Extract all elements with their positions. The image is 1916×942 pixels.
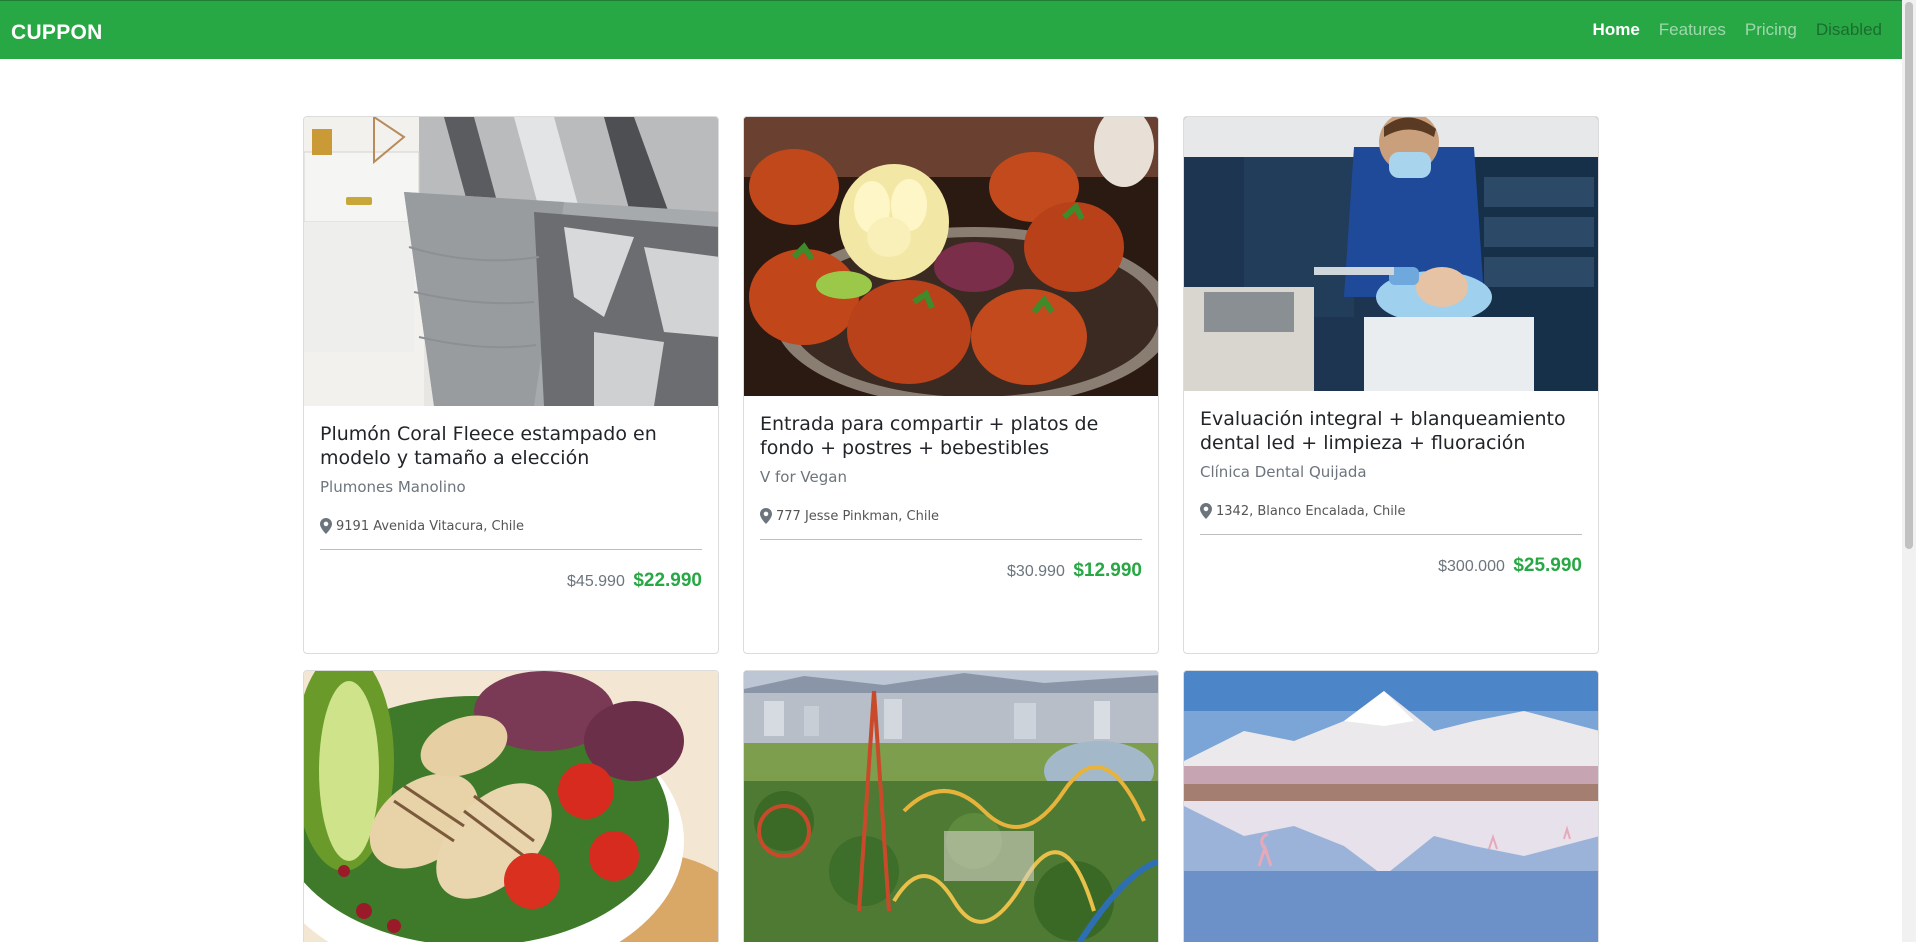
bedroom-comforter-photo[interactable] <box>304 117 718 406</box>
card-vendor: Plumones Manolino <box>320 478 466 496</box>
location-text: 9191 Avenida Vitacura, Chile <box>336 518 525 534</box>
nav-link-pricing[interactable]: Pricing <box>1745 20 1797 40</box>
location-text: 1342, Blanco Encalada, Chile <box>1216 503 1406 519</box>
card-body: Plumón Coral Fleece estampado en modelo … <box>304 406 718 592</box>
deal-card[interactable] <box>1183 670 1599 942</box>
old-price: $300.000 <box>1438 558 1505 575</box>
deal-card[interactable]: Entrada para compartir + platos de fondo… <box>743 116 1159 654</box>
tandoori-food-photo[interactable] <box>744 117 1158 396</box>
map-pin-icon <box>760 508 772 524</box>
new-price: $22.990 <box>633 570 702 591</box>
nav-links: Home Features Pricing Disabled <box>1574 20 1882 40</box>
card-body: Evaluación integral + blanqueamiento den… <box>1184 391 1598 577</box>
card-title[interactable]: Entrada para compartir + platos de fondo… <box>760 412 1142 460</box>
divider <box>760 539 1142 540</box>
deal-card[interactable]: Plumón Coral Fleece estampado en modelo … <box>303 116 719 654</box>
amusement-park-photo[interactable] <box>744 671 1158 942</box>
desert-lagoon-photo[interactable] <box>1184 671 1598 942</box>
map-pin-icon <box>1200 503 1212 519</box>
card-title[interactable]: Evaluación integral + blanqueamiento den… <box>1200 407 1582 455</box>
brand-logo[interactable]: CUPPON <box>11 21 103 45</box>
card-location: 777 Jesse Pinkman, Chile <box>760 508 1142 524</box>
page-scrollbar[interactable] <box>1902 0 1916 942</box>
card-title[interactable]: Plumón Coral Fleece estampado en modelo … <box>320 422 702 470</box>
scrollbar-thumb[interactable] <box>1905 2 1913 549</box>
nav-link-features[interactable]: Features <box>1659 20 1726 40</box>
card-body: Entrada para compartir + platos de fondo… <box>744 396 1158 582</box>
card-location: 1342, Blanco Encalada, Chile <box>1200 503 1582 519</box>
deal-card[interactable] <box>743 670 1159 942</box>
deal-card[interactable]: Evaluación integral + blanqueamiento den… <box>1183 116 1599 654</box>
nav-link-home[interactable]: Home <box>1593 20 1640 40</box>
map-pin-icon <box>320 518 332 534</box>
price-row: $300.000 $25.990 <box>1200 555 1582 577</box>
new-price: $25.990 <box>1513 555 1582 576</box>
dentist-photo[interactable] <box>1184 117 1598 391</box>
divider <box>1200 534 1582 535</box>
deal-card[interactable] <box>303 670 719 942</box>
card-location: 9191 Avenida Vitacura, Chile <box>320 518 702 534</box>
price-row: $45.990 $22.990 <box>320 570 702 592</box>
card-vendor: Clínica Dental Quijada <box>1200 463 1367 481</box>
divider <box>320 549 702 550</box>
old-price: $45.990 <box>567 573 625 590</box>
nav-link-disabled: Disabled <box>1815 20 1882 39</box>
card-vendor: V for Vegan <box>760 468 847 486</box>
old-price: $30.990 <box>1007 563 1065 580</box>
price-row: $30.990 $12.990 <box>760 560 1142 582</box>
new-price: $12.990 <box>1073 560 1142 581</box>
navbar: CUPPON Home Features Pricing Disabled <box>0 0 1902 59</box>
chicken-salad-photo[interactable] <box>304 671 718 942</box>
location-text: 777 Jesse Pinkman, Chile <box>776 508 940 524</box>
